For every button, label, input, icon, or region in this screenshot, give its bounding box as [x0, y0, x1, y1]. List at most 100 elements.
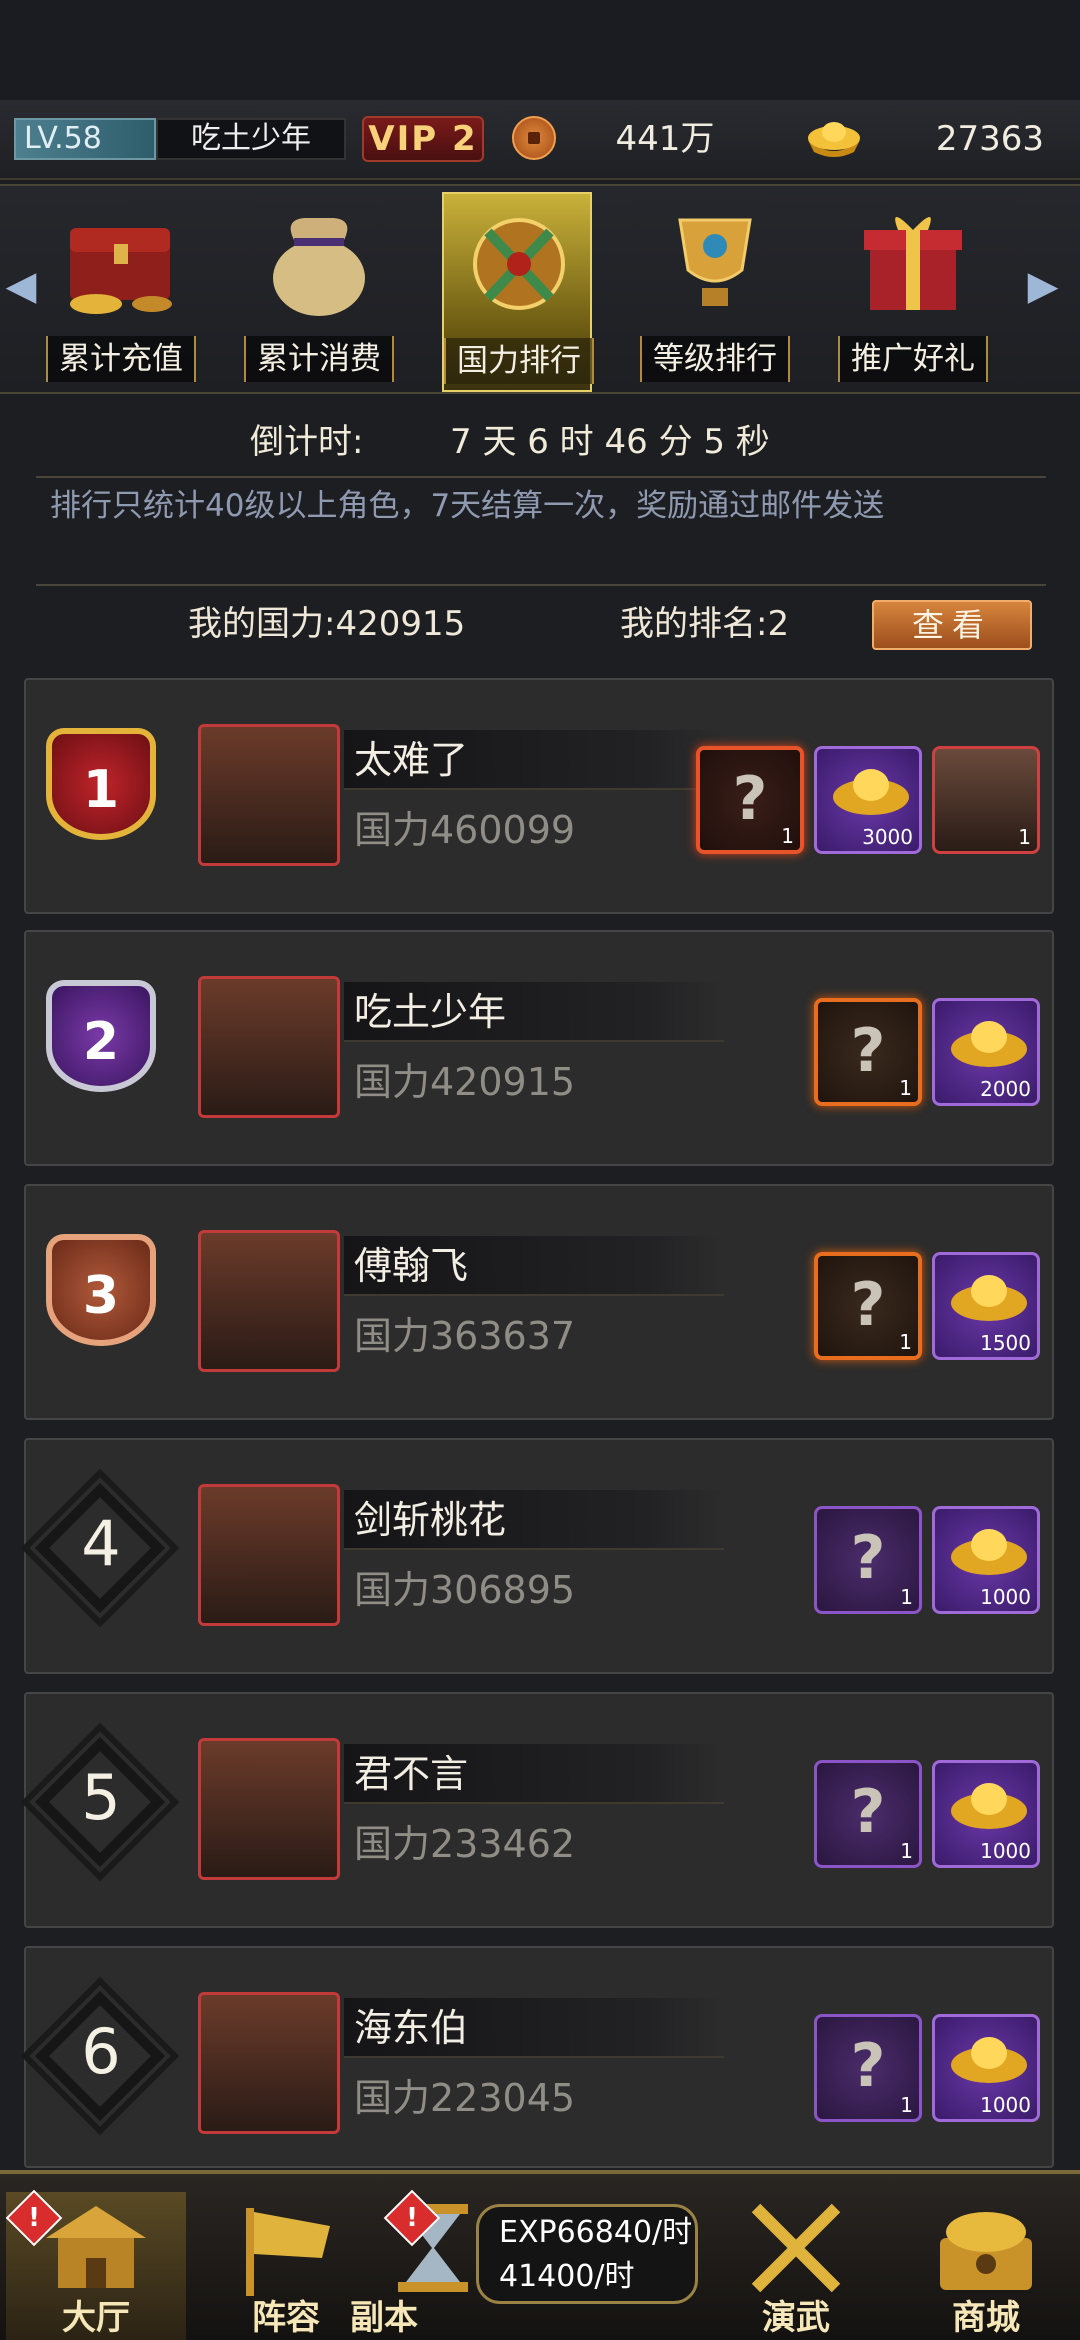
- avatar[interactable]: [198, 1230, 340, 1372]
- tab-label: 累计消费: [244, 336, 394, 382]
- treasure-shop-icon: [940, 2212, 1032, 2290]
- divider: [36, 584, 1046, 586]
- player-name: 剑斩桃花: [354, 1498, 507, 1542]
- crossed-swords-icon: [751, 2203, 841, 2293]
- player-name: 吃土少年: [354, 990, 507, 1034]
- reward-count: 1000: [980, 1585, 1031, 1609]
- reward-gold[interactable]: 2000: [932, 998, 1040, 1106]
- ranking-row[interactable]: 6 海东伯 国力223045 ? 1 1000: [20, 1946, 1054, 2168]
- gift-box-icon: [864, 217, 962, 310]
- ranking-notice: 排行只统计40级以上角色，7天结算一次，奖励通过邮件发送: [50, 488, 885, 524]
- countdown-label: 倒计时:: [250, 422, 364, 462]
- reward-count: 1: [900, 2093, 913, 2117]
- top-bar: LV.58 吃土少年 VIP 2 441万 27363: [0, 100, 1080, 180]
- player-name[interactable]: 吃土少年: [156, 118, 346, 160]
- rank-number: 4: [81, 1507, 121, 1580]
- reward-mystery-item[interactable]: ? 1: [696, 746, 804, 854]
- reward-gold[interactable]: 3000: [814, 746, 922, 854]
- player-power: 国力306895: [354, 1568, 576, 1612]
- battle-flag-icon: [246, 2208, 330, 2296]
- treasure-chest-icon: [70, 228, 172, 314]
- exp-rate: EXP66840/时: [499, 2215, 693, 2250]
- reward-count: 1: [900, 1585, 913, 1609]
- my-rank: 我的排名:2: [620, 604, 790, 644]
- rank-number: 5: [81, 1761, 121, 1834]
- reward-gold[interactable]: 1000: [932, 2014, 1040, 2122]
- idle-income-panel[interactable]: EXP66840/时 41400/时: [476, 2204, 698, 2304]
- nav-hall[interactable]: 大厅 !: [5, 2189, 186, 2340]
- reward-count: 3000: [862, 825, 913, 849]
- avatar[interactable]: [198, 976, 340, 1118]
- gold-ingot-icon: [951, 1783, 1027, 1829]
- tab-national-power-ranking[interactable]: 国力排行: [442, 192, 594, 392]
- avatar[interactable]: [198, 1738, 340, 1880]
- player-power: 国力223045: [354, 2076, 576, 2120]
- copper-coin-icon: [512, 116, 556, 160]
- reward-count: 1500: [980, 1331, 1031, 1355]
- rank-badge-bronze: 3: [36, 1220, 166, 1360]
- player-level: LV.58: [14, 118, 156, 160]
- rank-badge-silver: 2: [36, 966, 166, 1106]
- gold-ingot-icon: [833, 769, 909, 815]
- ranking-row[interactable]: 4 剑斩桃花 国力306895 ? 1 1000: [20, 1438, 1054, 1674]
- tabs-right-arrow-icon[interactable]: ▶: [1026, 258, 1060, 314]
- nav-label: 商城: [952, 2298, 1020, 2338]
- avatar[interactable]: [198, 1992, 340, 2134]
- tab-label: 国力排行: [444, 338, 594, 384]
- reward-mystery-item[interactable]: ? 1: [814, 1760, 922, 1868]
- reward-gold[interactable]: 1000: [932, 1760, 1040, 1868]
- rank-badge: 6: [20, 1976, 180, 2136]
- reward-mystery-item[interactable]: ? 1: [814, 1506, 922, 1614]
- reward-hero[interactable]: 1: [932, 746, 1040, 854]
- ranking-row[interactable]: 3 傅翰飞 国力363637 ? 1 1500: [24, 1184, 1054, 1420]
- copper-amount: 441万: [615, 119, 715, 159]
- vip-badge[interactable]: VIP 2: [362, 116, 484, 162]
- reward-count: 1000: [980, 2093, 1031, 2117]
- gold-ingot-icon: [951, 2037, 1027, 2083]
- player-power: 国力363637: [354, 1314, 576, 1358]
- countdown-value: 7 天 6 时 46 分 5 秒: [450, 422, 770, 462]
- reward-gold[interactable]: 1000: [932, 1506, 1040, 1614]
- tab-cumulative-spending[interactable]: 累计消费: [244, 192, 394, 392]
- copper-rate: 41400/时: [499, 2259, 635, 2294]
- player-power: 国力233462: [354, 1822, 576, 1866]
- tab-cumulative-recharge[interactable]: 累计充值: [46, 192, 196, 392]
- player-name: 君不言: [354, 1752, 469, 1796]
- player-power: 国力460099: [354, 808, 576, 852]
- player-power: 国力420915: [354, 1060, 576, 1104]
- reward-mystery-item[interactable]: ? 1: [814, 1252, 922, 1360]
- status-area: [0, 0, 1080, 100]
- tab-label: 等级排行: [640, 336, 790, 382]
- ranking-row[interactable]: 1 太难了 国力460099 ? 1 3000 1: [24, 678, 1054, 914]
- reward-mystery-item[interactable]: ? 1: [814, 2014, 922, 2122]
- reward-mystery-item[interactable]: ? 1: [814, 998, 922, 1106]
- view-button[interactable]: 查看: [872, 600, 1032, 650]
- avatar[interactable]: [198, 1484, 340, 1626]
- tabs-left-arrow-icon[interactable]: ◀: [4, 258, 38, 314]
- reward-count: 1: [1018, 825, 1031, 849]
- gold-ingot-icon: [951, 1529, 1027, 1575]
- rank-number: 6: [81, 2015, 121, 2088]
- nav-shop[interactable]: 商城: [896, 2192, 1076, 2340]
- bottom-nav: 大厅 ! 阵容 副本 ! EXP66840/时 41400/时 演武 商城: [0, 2170, 1080, 2340]
- nav-label: 演武: [762, 2298, 830, 2338]
- tab-level-ranking[interactable]: 等级排行: [640, 192, 790, 392]
- nav-martial[interactable]: 演武: [706, 2192, 886, 2340]
- tab-label: 累计充值: [46, 336, 196, 382]
- reward-count: 1: [899, 1076, 912, 1100]
- rank-badge: 4: [20, 1468, 180, 1628]
- player-name: 海东伯: [354, 2006, 469, 2050]
- rank-badge-gold: 1: [36, 714, 166, 854]
- avatar[interactable]: [198, 724, 340, 866]
- ranking-row[interactable]: 2 吃土少年 国力420915 ? 1 2000: [24, 930, 1054, 1166]
- ranking-row[interactable]: 5 君不言 国力233462 ? 1 1000: [20, 1692, 1054, 1928]
- divider: [36, 476, 1046, 478]
- reward-count: 1000: [980, 1839, 1031, 1863]
- gold-ingot-icon: [951, 1021, 1027, 1067]
- event-tabs: ◀ 累计充值 累计消费 国力排行 等级排行 推广好礼 ▶: [0, 184, 1080, 394]
- tab-referral-gift[interactable]: 推广好礼: [838, 192, 988, 392]
- reward-gold[interactable]: 1500: [932, 1252, 1040, 1360]
- reward-count: 2000: [980, 1077, 1031, 1101]
- crossed-swords-emblem-icon: [473, 218, 565, 310]
- my-power: 我的国力:420915: [188, 604, 466, 644]
